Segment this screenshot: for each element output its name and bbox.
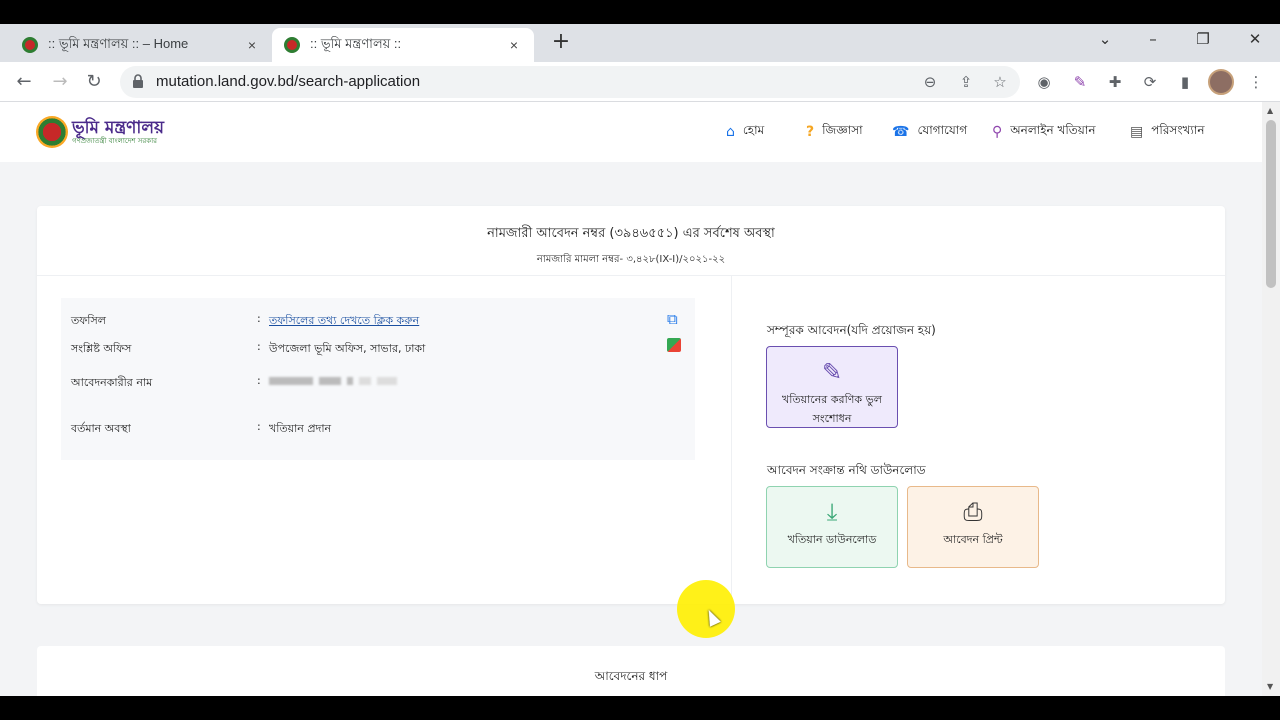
extensions-puzzle-icon[interactable]: ✚ [1105, 72, 1125, 92]
applicant-name-blurred [269, 374, 403, 387]
row-label: তফসিল [71, 314, 106, 327]
contact-icon: ☎ [892, 124, 910, 140]
card-header: নামজারী আবেদন নম্বর (৩৯৪৬৫৫১) এর সর্বশেষ… [37, 206, 1225, 276]
edit-pen-icon: ✎ [821, 358, 843, 386]
downloads-title: আবেদন সংক্রান্ত নথি ডাউনলোড [767, 463, 926, 477]
khatian-download-button[interactable]: ⤓ খতিয়ান ডাউনলোড [766, 486, 898, 568]
menu-label: যোগাযোগ [917, 123, 968, 137]
site-favicon-icon [22, 37, 38, 53]
logo-name: ভূমি মন্ত্রণালয় [72, 117, 165, 138]
external-link-icon[interactable]: ⧉ [667, 310, 678, 328]
menu-online-khatian[interactable]: ⚲ অনলাইন খতিয়ান [992, 122, 1096, 142]
schedule-info-link[interactable]: তফসিলের তথ্য দেখতে ক্লিক করুন [269, 312, 419, 331]
menu-kebab-icon[interactable]: ⋮ [1246, 72, 1266, 92]
page-scrollbar[interactable]: ▲ ▼ [1262, 102, 1280, 696]
tab-strip: :: ভূমি মন্ত্রণালয় :: – Home × :: ভূমি … [0, 24, 1280, 62]
govt-emblem-icon [36, 116, 68, 148]
button-label: খতিয়ান ডাউনলোড [787, 533, 877, 546]
supplementary-title: সম্পূরক আবেদন(যদি প্রয়োজন হয়) [767, 323, 936, 337]
tab-home[interactable]: :: ভূমি মন্ত্রণালয় :: – Home × [10, 28, 272, 62]
logo-subtitle: গণপ্রজাতন্ত্রী বাংলাদেশ সরকার [72, 136, 157, 145]
browser-window: :: ভূমি মন্ত্রণালয় :: – Home × :: ভূমি … [0, 24, 1280, 696]
bookmark-star-icon[interactable]: ☆ [990, 72, 1010, 92]
tab-active[interactable]: :: ভূমি মন্ত্রণালয় :: × [272, 28, 534, 62]
button-label: খতিয়ানের করণিক ভুল সংশোধন [782, 393, 882, 425]
menu-label: হোম [742, 123, 765, 137]
application-info-box: তফসিল : তফসিলের তথ্য দেখতে ক্লিক করুন ⧉ … [61, 298, 695, 460]
close-window-button[interactable]: ✕ [1240, 30, 1270, 48]
status-title: নামজারী আবেদন নম্বর (৩৯৪৬৫৫১) এর সর্বশেষ… [487, 226, 775, 241]
side-panel-icon[interactable]: ▮ [1175, 72, 1195, 92]
menu-statistics[interactable]: ▤ পরিসংখ্যান [1130, 122, 1205, 142]
print-application-button[interactable]: ⎙ আবেদন প্রিন্ট [907, 486, 1039, 568]
tab-title: :: ভূমি মন্ত্রণালয় :: [310, 35, 402, 51]
site-logo[interactable]: ভূমি মন্ত্রণালয় গণপ্রজাতন্ত্রী বাংলাদেশ… [36, 116, 164, 148]
scroll-down-arrow-icon[interactable]: ▼ [1267, 682, 1273, 691]
cursor-highlight [677, 580, 735, 638]
scroll-up-arrow-icon[interactable]: ▲ [1267, 106, 1273, 115]
camera-extension-icon[interactable]: ◉ [1034, 72, 1054, 92]
row-colon: : [257, 340, 261, 353]
page-content: ভূমি মন্ত্রণালয় গণপ্রজাতন্ত্রী বাংলাদেশ… [0, 102, 1262, 696]
profile-avatar[interactable] [1208, 69, 1234, 95]
menu-contact[interactable]: ☎ যোগাযোগ [892, 122, 967, 142]
back-button[interactable]: ← [12, 70, 36, 94]
case-number: নামজারি মামলা নম্বর- ৩,৪২৮(IX-I)/২০২১-২২ [536, 254, 726, 265]
button-label: আবেদন প্রিন্ট [943, 533, 1003, 546]
new-tab-button[interactable]: + [548, 30, 574, 56]
reload-button[interactable]: ↻ [82, 70, 106, 94]
menu-label: জিজ্ঞাসা [822, 123, 863, 137]
link-icon: ⚲ [992, 124, 1003, 140]
url-text[interactable]: mutation.land.gov.bd/search-application [156, 73, 420, 90]
khatian-correction-button[interactable]: ✎ খতিয়ানের করণিক ভুল সংশোধন [766, 346, 898, 428]
scrollbar-thumb[interactable] [1266, 120, 1276, 288]
tab-close-icon[interactable]: × [506, 37, 522, 53]
application-steps-card: আবেদনের ধাপ [37, 646, 1225, 696]
row-label: আবেদনকারীর নাম [71, 376, 153, 389]
tab-title: :: ভূমি মন্ত্রণালয় :: – Home [48, 35, 189, 51]
address-bar[interactable]: mutation.land.gov.bd/search-application … [120, 66, 1020, 98]
application-status-card: নামজারী আবেদন নম্বর (৩৯৪৬৫৫১) এর সর্বশেষ… [37, 206, 1225, 604]
minimize-button[interactable]: – [1138, 30, 1168, 48]
current-status-value: খতিয়ান প্রদান [269, 422, 332, 435]
printer-icon: ⎙ [963, 498, 983, 526]
forward-button[interactable]: → [48, 70, 72, 94]
statistics-icon: ▤ [1130, 124, 1144, 140]
share-icon[interactable]: ⇪ [956, 72, 976, 92]
row-label: সংশ্লিষ্ট অফিস [71, 342, 132, 355]
question-icon: ? [806, 124, 815, 140]
top-black-bar [0, 0, 1280, 24]
download-icon: ⤓ [826, 498, 838, 526]
tab-close-icon[interactable]: × [244, 37, 260, 53]
performance-icon[interactable]: ⟳ [1140, 72, 1160, 92]
lock-icon [133, 74, 143, 88]
map-icon[interactable] [667, 338, 681, 352]
bottom-black-bar [0, 696, 1280, 720]
steps-title: আবেদনের ধাপ [594, 669, 668, 683]
tab-search-chevron-icon[interactable]: ⌄ [1090, 30, 1120, 48]
menu-home[interactable]: ⌂ হোম [726, 122, 764, 142]
row-colon: : [257, 420, 261, 433]
home-icon: ⌂ [726, 124, 735, 140]
site-header: ভূমি মন্ত্রণালয় গণপ্রজাতন্ত্রী বাংলাদেশ… [0, 102, 1262, 162]
office-value: উপজেলা ভূমি অফিস, সাভার, ঢাকা [269, 342, 426, 355]
menu-label: পরিসংখ্যান [1151, 123, 1205, 137]
row-colon: : [257, 374, 261, 387]
browser-toolbar: ← → ↻ mutation.land.gov.bd/search-applic… [0, 62, 1280, 102]
row-colon: : [257, 312, 261, 325]
site-favicon-icon [284, 37, 300, 53]
menu-label: অনলাইন খতিয়ান [1010, 123, 1096, 137]
restore-button[interactable]: ❐ [1188, 30, 1218, 48]
column-divider [731, 276, 732, 604]
pen-extension-icon[interactable]: ✎ [1070, 72, 1090, 92]
row-label: বর্তমান অবস্থা [71, 422, 131, 435]
zoom-icon[interactable]: ⊖ [920, 72, 940, 92]
menu-faq[interactable]: ? জিজ্ঞাসা [806, 122, 863, 142]
